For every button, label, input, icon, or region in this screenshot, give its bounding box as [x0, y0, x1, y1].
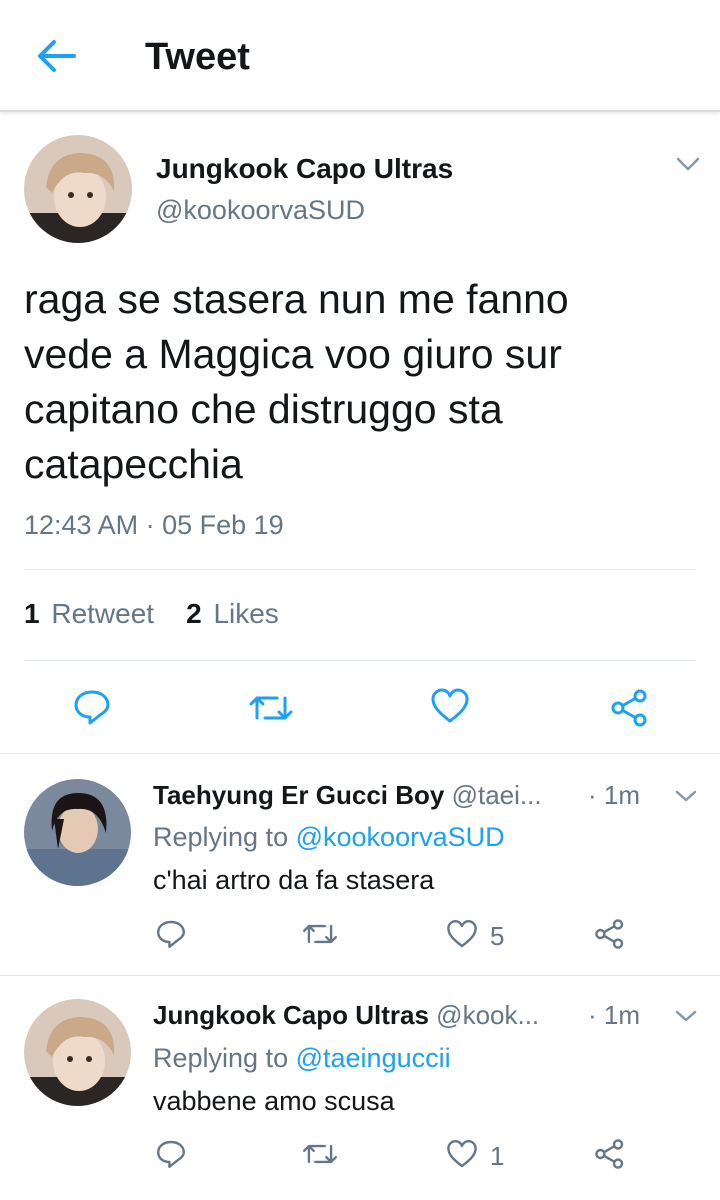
replying-prefix: Replying to	[153, 822, 289, 852]
retweet-count: 1	[24, 598, 40, 629]
heart-icon[interactable]	[446, 1138, 478, 1170]
engagement-stats: 1 Retweet 2 Likes	[24, 598, 287, 630]
share-icon[interactable]	[594, 918, 626, 950]
heart-icon[interactable]	[446, 918, 478, 950]
share-icon[interactable]	[594, 1138, 626, 1170]
reply-text: vabbene amo scusa	[153, 1086, 395, 1116]
retweet-icon[interactable]	[247, 688, 295, 728]
tweet-text: raga se stasera nun me fanno vede a Magg…	[24, 276, 569, 487]
reply-author[interactable]: Jungkook Capo Ultras @kook...	[153, 1000, 539, 1031]
tweet-timestamp[interactable]: 12:43 AM · 05 Feb 19	[24, 510, 284, 541]
replying-prefix: Replying to	[153, 1043, 289, 1073]
divider	[0, 975, 720, 976]
heart-icon[interactable]	[430, 686, 470, 726]
divider	[24, 569, 696, 570]
divider	[0, 753, 720, 754]
share-icon[interactable]	[610, 688, 650, 728]
reply-author-handle: @kook...	[436, 1000, 540, 1030]
like-count: 1	[490, 1141, 505, 1171]
reply-icon[interactable]	[155, 1138, 187, 1170]
avatar[interactable]	[24, 779, 131, 886]
replying-to: Replying to @taeinguccii	[153, 1043, 451, 1074]
chevron-down-icon[interactable]	[674, 154, 702, 174]
retweet-icon[interactable]	[301, 918, 339, 950]
reply-time[interactable]: · 1m	[588, 780, 640, 811]
author-handle[interactable]: @kookoorvaSUD	[156, 195, 365, 226]
like-label: Likes	[213, 598, 279, 629]
chevron-down-icon[interactable]	[672, 786, 700, 806]
reply-icon[interactable]	[155, 918, 187, 950]
reply-author-name: Jungkook Capo Ultras	[153, 1000, 429, 1030]
replying-to-link[interactable]: @kookoorvaSUD	[296, 822, 505, 852]
chevron-down-icon[interactable]	[672, 1006, 700, 1026]
retweet-stat[interactable]: 1 Retweet	[24, 598, 158, 629]
page-title: Tweet	[145, 36, 250, 78]
reply-time[interactable]: · 1m	[588, 1000, 640, 1031]
replying-to-link[interactable]: @taeinguccii	[296, 1043, 451, 1073]
divider	[24, 660, 696, 661]
back-arrow-icon[interactable]	[30, 34, 82, 78]
avatar[interactable]	[24, 999, 131, 1106]
reply-author-handle: @taei...	[451, 780, 542, 810]
replying-to: Replying to @kookoorvaSUD	[153, 822, 505, 853]
reply-author[interactable]: Taehyung Er Gucci Boy @taei...	[153, 780, 542, 811]
reply-author-name: Taehyung Er Gucci Boy	[153, 780, 445, 810]
like-stat[interactable]: 2 Likes	[186, 598, 283, 629]
reply-text: c'hai artro da fa stasera	[153, 865, 435, 895]
avatar[interactable]	[24, 135, 132, 243]
author-name[interactable]: Jungkook Capo Ultras	[156, 153, 453, 185]
retweet-icon[interactable]	[301, 1138, 339, 1170]
top-bar: Tweet	[0, 0, 720, 112]
like-count: 5	[490, 921, 505, 951]
reply-icon[interactable]	[72, 687, 112, 727]
retweet-label: Retweet	[51, 598, 155, 629]
like-count: 2	[186, 598, 202, 629]
